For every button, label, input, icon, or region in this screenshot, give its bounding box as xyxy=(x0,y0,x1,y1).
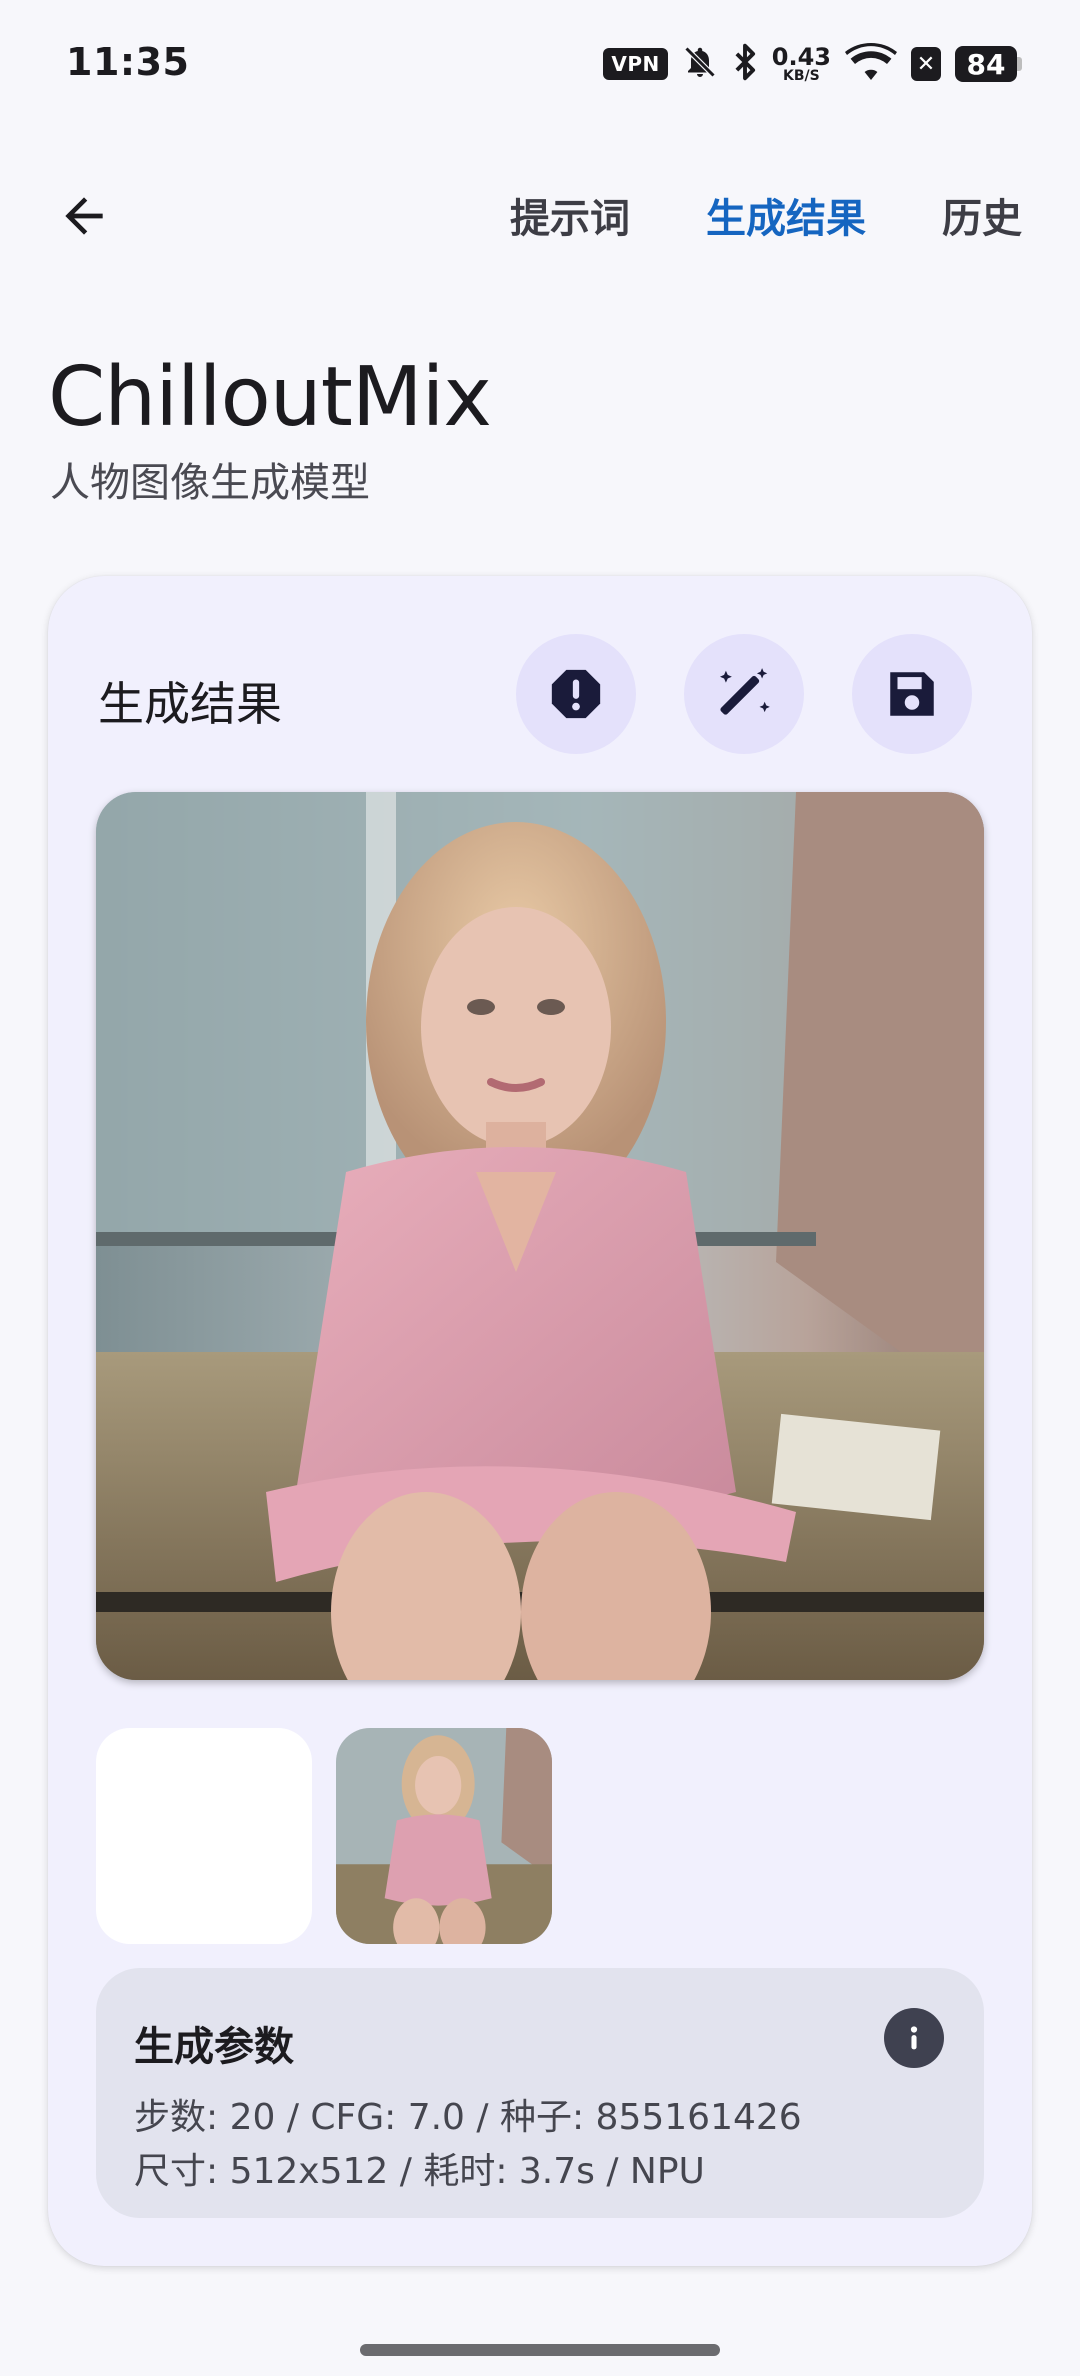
app-bar: 提示词 生成结果 历史 xyxy=(0,168,1080,264)
vpn-icon: VPN xyxy=(603,48,668,80)
info-button[interactable] xyxy=(884,2008,944,2068)
tab-prompt[interactable]: 提示词 xyxy=(510,186,630,244)
save-button[interactable] xyxy=(852,634,972,754)
status-bar: 11:35 VPN 0.43 KB/S ✕ 84 xyxy=(0,0,1080,128)
params-title: 生成参数 xyxy=(134,2024,294,2070)
generated-image[interactable] xyxy=(96,792,984,1680)
info-icon xyxy=(910,2026,918,2050)
magic-wand-icon xyxy=(719,668,770,715)
tab-result[interactable]: 生成结果 xyxy=(706,186,866,244)
params-steps-cfg-seed: 步数: 20 / CFG: 7.0 / 种子: 855161426 xyxy=(134,2097,802,2138)
status-time: 11:35 xyxy=(66,40,190,84)
thumbnail-generated[interactable] xyxy=(336,1728,552,1944)
result-card: 生成结果 生成参数 步数: 20 / CFG: 7.0 / 种子: 855161… xyxy=(48,576,1032,2266)
battery-icon: 84 xyxy=(955,46,1022,82)
floppy-disk-icon xyxy=(890,672,934,716)
magic-button[interactable] xyxy=(684,634,804,754)
bluetooth-icon xyxy=(732,42,758,86)
tab-history[interactable]: 历史 xyxy=(942,186,1022,244)
page-title: ChilloutMix xyxy=(48,350,492,445)
arrow-left-icon xyxy=(65,197,103,235)
report-button[interactable] xyxy=(516,634,636,754)
bell-off-icon xyxy=(682,43,718,85)
status-icons: VPN 0.43 KB/S ✕ 84 xyxy=(603,42,1022,86)
tab-bar: 提示词 生成结果 历史 xyxy=(510,186,1022,244)
params-size-time-device: 尺寸: 512x512 / 耗时: 3.7s / NPU xyxy=(134,2151,705,2192)
page-subtitle: 人物图像生成模型 xyxy=(50,460,370,506)
wifi-icon xyxy=(845,42,897,86)
thumbnail-empty[interactable] xyxy=(96,1728,312,1944)
alert-octagon-icon xyxy=(551,669,601,719)
x-icon: ✕ xyxy=(911,47,941,81)
card-title: 生成结果 xyxy=(98,677,282,731)
generation-params-panel: 生成参数 步数: 20 / CFG: 7.0 / 种子: 855161426 尺… xyxy=(96,1968,984,2218)
network-speed: 0.43 KB/S xyxy=(771,43,831,84)
back-button[interactable] xyxy=(48,180,120,252)
home-indicator[interactable] xyxy=(360,2344,720,2356)
